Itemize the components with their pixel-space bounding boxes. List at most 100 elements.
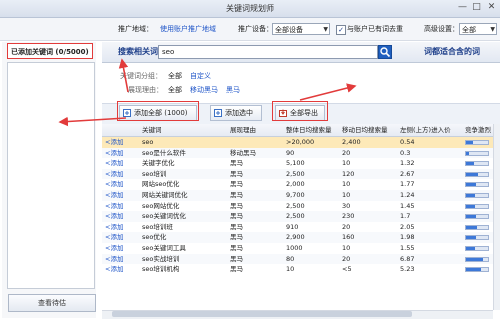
search-icon	[380, 47, 391, 58]
cell-total-volume: >20,000	[286, 138, 315, 146]
table-row[interactable]: <添加 seo网站优化 黑马 2,500 30 1.45	[102, 200, 500, 212]
cell-bid: 1.55	[400, 244, 415, 252]
group-filter-label: 关键词分组：	[120, 72, 162, 80]
device-select[interactable]: 全部设备 ▼	[272, 23, 330, 35]
column-total-volume[interactable]: 整体日均搜索量	[286, 124, 332, 136]
competition-bar	[465, 256, 489, 262]
cell-mobile-volume: 30	[342, 201, 351, 210]
column-bid[interactable]: 左侧(上方)进入价	[400, 124, 451, 136]
add-link[interactable]: <添加	[105, 158, 123, 169]
minimize-icon[interactable]: —	[456, 1, 469, 14]
add-link[interactable]: <添加	[105, 232, 123, 243]
table-row[interactable]: <添加 seo优化 黑马 2,900 160 1.98	[102, 232, 500, 243]
add-link[interactable]: <添加	[105, 264, 123, 275]
competition-bar-fill	[466, 141, 473, 144]
cell-reason: 黑马	[230, 244, 243, 252]
competition-bar-fill	[466, 257, 483, 261]
add-link[interactable]: <添加	[105, 243, 123, 254]
table-row[interactable]: <添加 seo培训机构 黑马 10 <5 5.23	[102, 264, 500, 275]
cell-bid: 5.23	[400, 265, 415, 274]
table-row[interactable]: <添加 seo >20,000 2,400 0.54	[102, 137, 500, 148]
cell-keyword: seo培训机构	[142, 265, 180, 274]
table-row[interactable]: <添加 网站关键词优化 黑马 9,700 10 1.24	[102, 190, 500, 201]
add-link[interactable]: <添加	[105, 179, 123, 190]
cell-bid: 2.05	[400, 222, 415, 231]
cell-total-volume: 9,700	[286, 191, 305, 199]
add-selected-button[interactable]: 添加选中	[210, 105, 262, 121]
added-keywords-header: 已添加关键词 (0/5000)	[7, 43, 93, 59]
group-filter-all[interactable]: 全部	[168, 70, 182, 82]
competition-bar	[465, 171, 489, 177]
horizontal-scroll-thumb[interactable]	[112, 311, 412, 317]
cell-total-volume: 90	[286, 148, 295, 157]
reason-filter-label: 展现理由：	[128, 86, 163, 94]
cell-reason: 黑马	[230, 180, 243, 189]
cell-reason: 黑马	[230, 201, 243, 210]
cell-reason: 黑马	[230, 265, 243, 274]
added-keywords-list[interactable]	[7, 62, 95, 289]
vertical-scrollbar[interactable]	[493, 124, 500, 310]
competition-bar	[465, 140, 489, 145]
maximize-icon[interactable]: □	[470, 1, 483, 14]
add-link[interactable]: <添加	[105, 190, 123, 201]
cell-reason: 移动黑马	[230, 148, 256, 157]
advanced-select-value: 全部	[462, 26, 476, 34]
cell-bid: 1.24	[400, 191, 415, 199]
add-link[interactable]: <添加	[105, 201, 123, 212]
chevron-down-icon: ▼	[490, 26, 495, 33]
reason-filter-mobile[interactable]: 移动黑马	[190, 84, 218, 96]
cell-keyword: seo关键词优化	[142, 212, 186, 221]
annotation-arrow-export	[299, 83, 357, 101]
view-estimate-button[interactable]: 查看待估	[8, 294, 96, 312]
add-link[interactable]: <添加	[105, 211, 123, 222]
table-row[interactable]: <添加 seo培训 黑马 2,500 120 2.67	[102, 168, 500, 180]
add-link[interactable]: <添加	[105, 148, 123, 159]
cell-total-volume: 2,500	[286, 212, 305, 221]
cell-total-volume: 80	[286, 254, 295, 263]
competition-bar	[465, 193, 489, 198]
cell-bid: 2.67	[400, 169, 415, 178]
cell-keyword: seo优化	[142, 233, 167, 242]
region-link[interactable]: 使用账户推广地域	[160, 22, 216, 36]
close-icon[interactable]: ✕	[485, 1, 498, 14]
table-row[interactable]: <添加 seo培训班 黑马 910 20 2.05	[102, 221, 500, 233]
chevron-down-icon: ▼	[323, 26, 328, 33]
competition-bar-fill	[466, 268, 482, 272]
competition-bar-fill	[466, 247, 475, 250]
add-link[interactable]: <添加	[105, 137, 123, 148]
tab-suitable[interactable]: 词都适合含的词	[424, 42, 480, 62]
add-selected-icon	[214, 109, 222, 117]
group-filter-custom[interactable]: 自定义	[190, 70, 211, 82]
add-link[interactable]: <添加	[105, 254, 123, 265]
add-link[interactable]: <添加	[105, 222, 123, 233]
reason-filter-all[interactable]: 全部	[168, 84, 182, 96]
reason-filter-dark-horse[interactable]: 黑马	[226, 84, 240, 96]
dedupe-checkbox[interactable]: ✓	[336, 25, 346, 35]
advanced-select[interactable]: 全部 ▼	[459, 23, 497, 35]
cell-bid: 0.54	[400, 138, 415, 146]
competition-bar-fill	[466, 236, 476, 240]
column-keyword[interactable]: 关键词	[142, 124, 162, 136]
add-selected-label: 添加选中	[225, 109, 253, 117]
table-row[interactable]: <添加 网站seo优化 黑马 2,000 10 1.77	[102, 179, 500, 190]
tab-search-related[interactable]: 搜索相关词	[118, 42, 158, 62]
advanced-label: 高级设置：	[424, 25, 459, 33]
cell-mobile-volume: 120	[342, 169, 355, 178]
competition-bar	[465, 214, 489, 220]
table-row[interactable]: <添加 seo是什么软件 移动黑马 90 20 0.3	[102, 147, 500, 159]
add-link[interactable]: <添加	[105, 169, 123, 180]
table-row[interactable]: <添加 seo关键词优化 黑马 2,500 230 1.7	[102, 211, 500, 222]
cell-keyword: 关键字优化	[142, 159, 175, 168]
table-row[interactable]: <添加 关键字优化 黑马 5,100 10 1.32	[102, 158, 500, 169]
search-button[interactable]	[378, 45, 392, 59]
table-row[interactable]: <添加 seo实战培训 黑马 80 20 6.87	[102, 253, 500, 265]
column-competition[interactable]: 竞争激烈	[465, 124, 491, 136]
device-select-value: 全部设备	[275, 26, 303, 34]
cell-mobile-volume: 160	[342, 233, 355, 242]
competition-bar-fill	[466, 151, 470, 155]
column-reason[interactable]: 展现理由	[230, 124, 256, 136]
column-mobile-volume[interactable]: 移动日均搜索量	[342, 124, 388, 136]
table-row[interactable]: <添加 seo关键词工具 黑马 1000 10 1.55	[102, 243, 500, 254]
cell-mobile-volume: 20	[342, 148, 351, 157]
search-input[interactable]: seo	[158, 45, 378, 59]
